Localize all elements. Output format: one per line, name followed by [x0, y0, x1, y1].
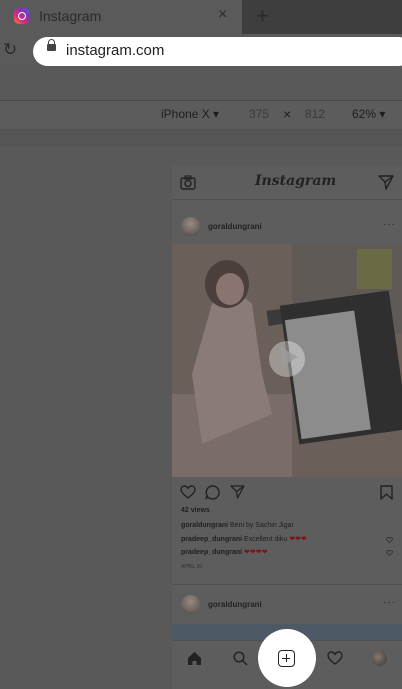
- direct-icon[interactable]: [378, 175, 394, 190]
- comment-text: Excellent diku: [244, 536, 288, 543]
- heart-icon[interactable]: [180, 485, 196, 499]
- search-icon[interactable]: [233, 651, 248, 666]
- device-select[interactable]: iPhone X ▾: [161, 107, 219, 121]
- width-input[interactable]: 375: [249, 107, 269, 121]
- comment-username[interactable]: pradeep_dungrani: [181, 549, 242, 556]
- tab-close-button[interactable]: ×: [218, 6, 227, 24]
- header-divider: [172, 199, 402, 200]
- more-options-button[interactable]: ···: [383, 597, 396, 608]
- new-post-icon[interactable]: [278, 650, 295, 667]
- dimension-separator: ×: [283, 106, 292, 122]
- comment-username[interactable]: pradeep_dungrani: [181, 536, 242, 543]
- device-name: iPhone X: [161, 107, 210, 121]
- home-icon[interactable]: [187, 651, 202, 666]
- comment-icon[interactable]: [205, 485, 220, 500]
- caption-text: Beni by Sachin Jigar: [230, 522, 294, 529]
- comment-like-icon[interactable]: [386, 550, 393, 556]
- new-tab-button[interactable]: +: [256, 3, 269, 29]
- device-ruler: [0, 129, 402, 147]
- bookmark-icon[interactable]: [380, 485, 393, 500]
- height-input[interactable]: 812: [305, 107, 325, 121]
- url-text[interactable]: instagram.com: [66, 42, 164, 59]
- instagram-favicon-icon: [14, 8, 30, 24]
- comment-row: pradeep_dungrani ❤❤❤❤: [181, 548, 268, 556]
- chevron-down-icon: ▾: [213, 107, 220, 121]
- comment-hearts: ❤❤❤❤: [244, 549, 268, 556]
- comment-hearts: ❤❤❤: [289, 536, 307, 543]
- camera-icon[interactable]: [180, 175, 196, 190]
- share-icon[interactable]: [230, 485, 245, 499]
- profile-icon[interactable]: [372, 651, 387, 666]
- lock-icon[interactable]: [47, 39, 56, 51]
- caption: goraldungrani Beni by Sachin Jigar: [181, 522, 294, 529]
- caption-username[interactable]: goraldungrani: [181, 522, 228, 529]
- comment-row: pradeep_dungrani Excellent diku ❤❤❤: [181, 535, 307, 543]
- activity-icon[interactable]: [327, 651, 343, 665]
- zoom-value: 62%: [352, 107, 377, 121]
- avatar[interactable]: [181, 595, 200, 614]
- comment-like-icon[interactable]: [386, 537, 393, 543]
- play-icon[interactable]: [279, 346, 299, 368]
- post-divider: [172, 584, 402, 585]
- zoom-select[interactable]: 62% ▾: [352, 107, 385, 121]
- browser-tab[interactable]: [0, 0, 242, 34]
- view-count: 42 views: [181, 507, 210, 514]
- post-username[interactable]: goraldungrani: [208, 600, 262, 609]
- reload-button[interactable]: ↻: [3, 40, 17, 60]
- post-username[interactable]: goraldungrani: [208, 222, 262, 231]
- tab-title: Instagram: [39, 8, 102, 24]
- post-date: APRIL 20: [181, 564, 203, 570]
- avatar[interactable]: [181, 217, 200, 236]
- more-options-button[interactable]: ···: [383, 219, 396, 230]
- chevron-down-icon: ▾: [379, 107, 386, 121]
- instagram-logo[interactable]: Instagram: [255, 173, 336, 189]
